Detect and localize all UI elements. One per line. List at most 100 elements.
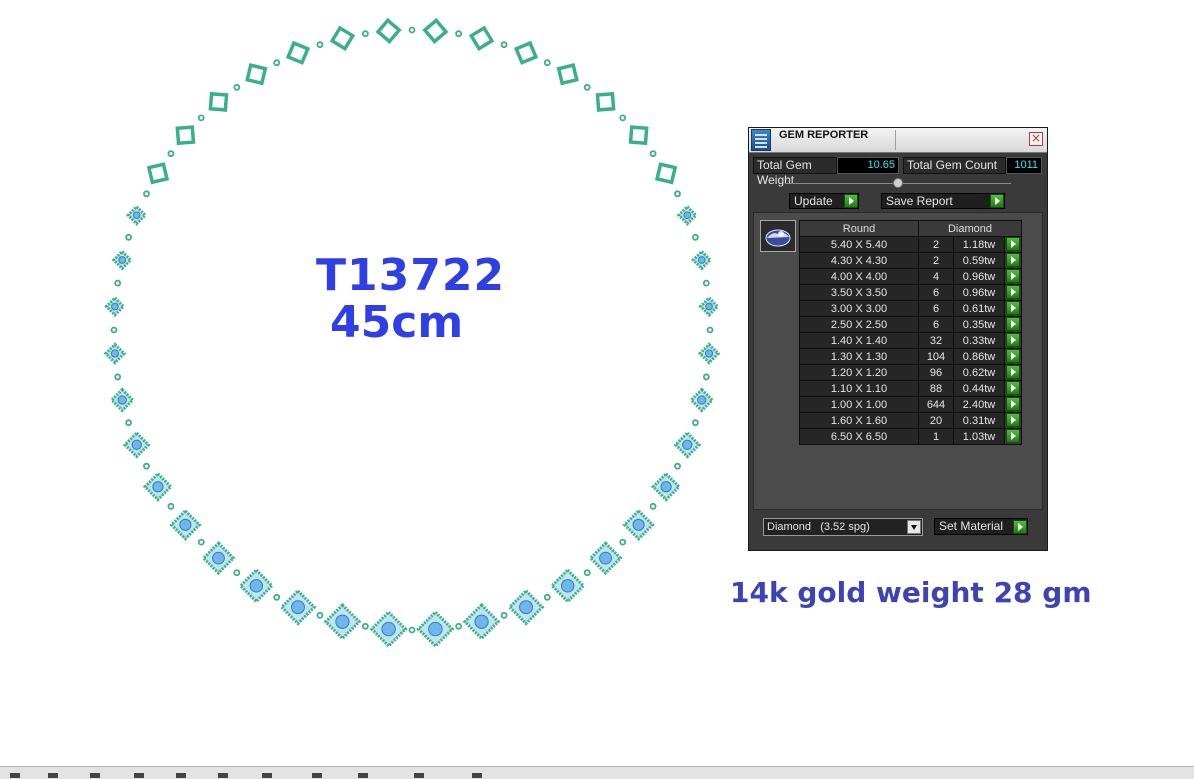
gem-weight-cell: 0.35tw	[953, 316, 1005, 333]
connector-ring	[316, 611, 324, 619]
row-select-cell[interactable]	[1004, 364, 1022, 381]
material-name: Diamond	[767, 521, 812, 533]
gem-weight-cell: 0.44tw	[953, 380, 1005, 397]
row-select-cell[interactable]	[1004, 284, 1022, 301]
save-report-button[interactable]: Save Report	[881, 193, 1005, 209]
chevron-down-icon[interactable]	[907, 520, 921, 534]
row-select-cell[interactable]	[1004, 396, 1022, 413]
table-row[interactable]: 1.10 X 1.10 88 0.44tw	[799, 380, 1022, 397]
taskbar-icon[interactable]	[176, 773, 186, 778]
row-select-cell[interactable]	[1004, 332, 1022, 349]
gem-weight-cell: 0.96tw	[953, 268, 1005, 285]
play-icon[interactable]	[1006, 365, 1020, 379]
gem-size-cell: 1.30 X 1.30	[799, 348, 919, 365]
connector-ring	[583, 569, 591, 577]
table-row[interactable]: 4.30 X 4.30 2 0.59tw	[799, 252, 1022, 269]
necklace-link	[126, 204, 148, 226]
row-select-cell[interactable]	[1004, 300, 1022, 317]
connector-ring	[455, 30, 463, 38]
play-icon[interactable]	[1006, 301, 1020, 315]
table-row[interactable]: 1.20 X 1.20 96 0.62tw	[799, 364, 1022, 381]
row-select-cell[interactable]	[1004, 268, 1022, 285]
connector-ring	[316, 41, 324, 49]
play-icon[interactable]	[1006, 397, 1020, 411]
update-button[interactable]: Update	[789, 193, 859, 209]
taskbar-icon[interactable]	[472, 773, 482, 778]
necklace-link	[175, 125, 196, 146]
table-row[interactable]: 1.30 X 1.30 104 0.86tw	[799, 348, 1022, 365]
necklace-link	[654, 162, 678, 185]
gem-weight-cell: 1.03tw	[953, 428, 1005, 445]
play-icon[interactable]	[1006, 253, 1020, 267]
play-icon[interactable]	[1006, 285, 1020, 299]
necklace-link	[676, 204, 698, 226]
taskbar-icon[interactable]	[10, 773, 20, 778]
taskbar-icon[interactable]	[262, 773, 272, 778]
taskbar-icon[interactable]	[90, 773, 100, 778]
necklace-link	[691, 249, 713, 271]
row-select-cell[interactable]	[1004, 252, 1022, 269]
gem-size-cell: 3.50 X 3.50	[799, 284, 919, 301]
play-icon[interactable]	[1006, 413, 1020, 427]
row-select-cell[interactable]	[1004, 428, 1022, 445]
table-row[interactable]: 1.40 X 1.40 32 0.33tw	[799, 332, 1022, 349]
window-title: GEM REPORTER	[779, 129, 869, 141]
necklace-link	[698, 295, 720, 318]
gem-count-cell: 88	[918, 380, 954, 397]
gem-count-cell: 32	[918, 332, 954, 349]
taskbar-icon[interactable]	[358, 773, 368, 778]
table-row[interactable]: 3.00 X 3.00 6 0.61tw	[799, 300, 1022, 317]
necklace-link	[513, 40, 539, 65]
necklace-link	[595, 91, 616, 112]
connector-ring	[706, 326, 714, 334]
gem-size-cell: 3.00 X 3.00	[799, 300, 919, 317]
row-select-cell[interactable]	[1004, 236, 1022, 253]
table-row[interactable]: 3.50 X 3.50 6 0.96tw	[799, 284, 1022, 301]
set-material-button-label: Set Material	[939, 519, 1004, 533]
play-icon[interactable]	[1006, 317, 1020, 331]
round-gem-thumbnail[interactable]	[760, 220, 796, 252]
table-row[interactable]: 2.50 X 2.50 6 0.35tw	[799, 316, 1022, 333]
set-material-button[interactable]: Set Material	[934, 518, 1028, 535]
close-button[interactable]: ×	[1029, 132, 1043, 146]
play-icon[interactable]	[1006, 381, 1020, 395]
necklace-link	[169, 508, 202, 541]
connector-ring	[125, 233, 132, 241]
row-select-cell[interactable]	[1004, 316, 1022, 333]
gem-weight-cell: 0.33tw	[953, 332, 1005, 349]
table-row[interactable]: 1.60 X 1.60 20 0.31tw	[799, 412, 1022, 429]
row-select-cell[interactable]	[1004, 412, 1022, 429]
necklace-link	[697, 342, 721, 365]
taskbar-icon[interactable]	[134, 773, 144, 778]
gem-size-cell: 1.20 X 1.20	[799, 364, 919, 381]
play-icon	[844, 194, 858, 208]
title-divider	[895, 130, 896, 150]
titlebar[interactable]: GEM REPORTER ×	[749, 128, 1047, 153]
gem-list-panel: Round Diamond 5.40 X 5.40 2 1.18tw 4.30 X 4…	[753, 212, 1043, 510]
play-icon[interactable]	[1006, 349, 1020, 363]
row-select-cell[interactable]	[1004, 380, 1022, 397]
splitter-handle[interactable]	[893, 178, 903, 188]
taskbar-icon[interactable]	[414, 773, 424, 778]
table-row[interactable]: 1.00 X 1.00 644 2.40tw	[799, 396, 1022, 413]
table-row[interactable]: 4.00 X 4.00 4 0.96tw	[799, 268, 1022, 285]
play-icon[interactable]	[1006, 333, 1020, 347]
gold-weight: 14k gold weight 28 gm	[730, 576, 1092, 609]
row-select-cell[interactable]	[1004, 348, 1022, 365]
gem-count-cell: 6	[918, 316, 954, 333]
taskbar-icon[interactable]	[312, 773, 322, 778]
connector-ring	[543, 59, 551, 67]
taskbar-icon[interactable]	[218, 773, 228, 778]
play-icon[interactable]	[1006, 429, 1020, 443]
connector-ring	[455, 622, 463, 630]
necklace-link	[329, 25, 356, 52]
play-icon[interactable]	[1006, 237, 1020, 251]
table-row[interactable]: 5.40 X 5.40 2 1.18tw	[799, 236, 1022, 253]
necklace-link	[628, 125, 649, 146]
report-icon	[751, 129, 771, 151]
necklace-link	[416, 610, 455, 649]
play-icon[interactable]	[1006, 269, 1020, 283]
taskbar-icon[interactable]	[48, 773, 58, 778]
table-row[interactable]: 6.50 X 6.50 1 1.03tw	[799, 428, 1022, 445]
material-dropdown[interactable]: Diamond (3.52 spg)	[763, 518, 923, 536]
